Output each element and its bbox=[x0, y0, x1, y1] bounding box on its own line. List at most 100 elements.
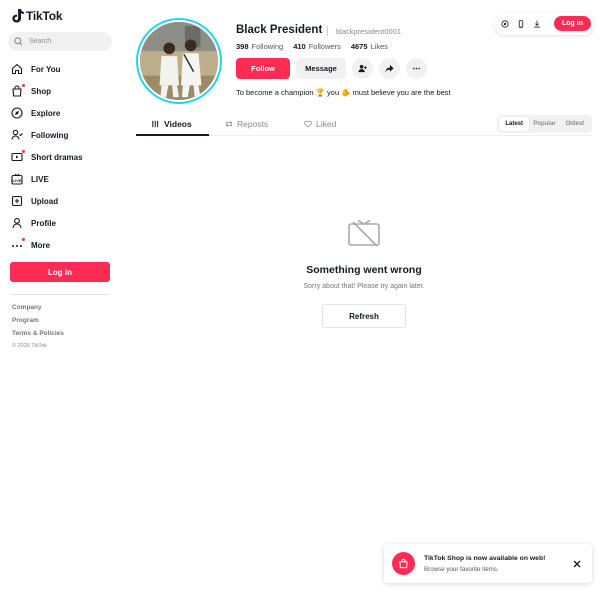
following-stat[interactable]: 398 Following bbox=[236, 42, 283, 51]
phone-icon bbox=[518, 20, 524, 28]
add-user-icon bbox=[358, 64, 367, 73]
tab-label: Reposts bbox=[237, 119, 269, 129]
sidebar-item-following[interactable]: Following bbox=[10, 124, 114, 146]
profile-actions: Follow Message bbox=[236, 58, 427, 79]
sidebar-item-label: Following bbox=[31, 130, 69, 140]
sidebar-item-live[interactable]: LIVE LIVE bbox=[10, 168, 114, 190]
tab-videos[interactable]: Videos bbox=[152, 119, 192, 129]
sidebar-item-label: Explore bbox=[31, 108, 61, 118]
sort-oldest[interactable]: Oldest bbox=[560, 117, 590, 131]
shop-toast: TikTok Shop is now available on web! Bro… bbox=[384, 544, 592, 583]
tab-label: Liked bbox=[316, 119, 337, 129]
logo-text: TikTok bbox=[26, 9, 63, 23]
notification-dot bbox=[22, 149, 25, 153]
sort-popular[interactable]: Popular bbox=[529, 117, 559, 131]
sidebar-item-profile[interactable]: Profile bbox=[10, 212, 114, 234]
more-icon bbox=[11, 245, 22, 247]
toast-close-button[interactable] bbox=[571, 558, 583, 570]
tab-reposts[interactable]: Reposts bbox=[225, 119, 268, 129]
notification-dot bbox=[22, 237, 25, 241]
sidebar-item-upload[interactable]: Upload bbox=[10, 190, 114, 212]
search-icon bbox=[14, 37, 23, 46]
follow-button[interactable]: Follow bbox=[236, 58, 290, 79]
share-icon bbox=[385, 64, 394, 73]
avatar-image bbox=[140, 22, 218, 100]
footer-link-terms[interactable]: Terms & Policies bbox=[12, 330, 64, 337]
sidebar-item-shop[interactable]: Shop bbox=[10, 80, 114, 102]
followers-label: Followers bbox=[308, 42, 341, 51]
likes-stat: 4675 Likes bbox=[351, 42, 388, 51]
shopping-bag-icon bbox=[11, 85, 22, 97]
sidebar-item-short-dramas[interactable]: Short dramas bbox=[10, 146, 114, 168]
share-button[interactable] bbox=[379, 58, 400, 79]
sidebar-nav: For You Shop Explore Following Short dra… bbox=[10, 58, 114, 256]
toast-subtitle: Browse your favorite items. bbox=[424, 566, 499, 573]
sidebar-item-label: Profile bbox=[31, 218, 56, 228]
refresh-button[interactable]: Refresh bbox=[322, 304, 406, 328]
footer-link-program[interactable]: Program bbox=[12, 317, 39, 324]
sidebar-item-for-you[interactable]: For You bbox=[10, 58, 114, 80]
sidebar: TikTok Search For You Shop Explore Follo… bbox=[0, 0, 120, 600]
compass-icon bbox=[10, 107, 23, 119]
tiktok-logo-icon bbox=[12, 9, 24, 23]
sidebar-item-label: Shop bbox=[31, 86, 51, 96]
profile-handle: blackpresident0001 bbox=[336, 27, 402, 36]
tab-label: Videos bbox=[164, 119, 192, 129]
sidebar-item-label: Upload bbox=[31, 196, 59, 206]
sidebar-item-more[interactable]: More bbox=[10, 234, 114, 256]
close-icon bbox=[573, 560, 581, 568]
followers-stat[interactable]: 410 Followers bbox=[293, 42, 341, 51]
tab-liked[interactable]: Liked bbox=[304, 119, 336, 129]
download-icon bbox=[534, 20, 540, 28]
sort-latest[interactable]: Latest bbox=[499, 117, 530, 131]
error-subtitle: Sorry about that! Please try again later… bbox=[303, 283, 425, 290]
copyright-text: © 2026 TikTok bbox=[12, 343, 47, 349]
shop-toast-icon bbox=[392, 552, 415, 575]
svg-text:LIVE: LIVE bbox=[12, 178, 21, 183]
name-separator bbox=[327, 26, 328, 36]
shopping-bag-icon bbox=[399, 558, 408, 569]
profile-bio: To become a champion 🏆 you 🫵 must believ… bbox=[236, 88, 451, 97]
more-options-button[interactable] bbox=[406, 58, 427, 79]
no-video-icon bbox=[348, 219, 380, 247]
error-title: Something went wrong bbox=[306, 264, 422, 276]
likes-label: Likes bbox=[370, 42, 389, 51]
profile-name: Black President bbox=[236, 24, 323, 36]
followers-count: 410 bbox=[293, 42, 306, 51]
profile-icon bbox=[11, 217, 22, 229]
message-button[interactable]: Message bbox=[296, 58, 346, 79]
header-login-button[interactable]: Log in bbox=[554, 16, 591, 31]
explore-shortcut-button[interactable] bbox=[499, 18, 511, 30]
repost-icon bbox=[226, 120, 232, 128]
active-tab-indicator bbox=[136, 134, 209, 136]
likes-count: 4675 bbox=[350, 42, 368, 51]
sort-segmented-control: Latest Popular Oldest bbox=[497, 115, 592, 133]
live-icon: LIVE bbox=[10, 173, 23, 185]
get-app-button[interactable] bbox=[515, 18, 527, 30]
sidebar-item-explore[interactable]: Explore bbox=[10, 102, 114, 124]
profile-stats: 398 Following 410 Followers 4675 Likes bbox=[236, 42, 388, 51]
following-label: Following bbox=[251, 42, 284, 51]
following-count: 398 bbox=[236, 42, 249, 51]
compass-icon bbox=[501, 20, 509, 28]
sidebar-login-button[interactable]: Log in bbox=[10, 262, 110, 282]
heart-icon bbox=[304, 120, 312, 128]
add-friend-button[interactable] bbox=[352, 58, 373, 79]
ellipsis-icon bbox=[412, 67, 421, 70]
footer-link-company[interactable]: Company bbox=[12, 304, 42, 311]
tiktok-logo[interactable]: TikTok bbox=[12, 9, 63, 23]
avatar[interactable] bbox=[136, 18, 222, 104]
home-icon bbox=[11, 63, 22, 75]
download-button[interactable] bbox=[531, 18, 543, 30]
short-dramas-icon bbox=[10, 152, 23, 162]
sidebar-item-label: More bbox=[31, 240, 51, 250]
toast-title: TikTok Shop is now available on web! bbox=[424, 555, 546, 562]
grid-icon bbox=[152, 120, 159, 128]
avatar-photo bbox=[140, 22, 218, 100]
sidebar-item-label: For You bbox=[31, 64, 61, 74]
sidebar-item-label: LIVE bbox=[31, 174, 49, 184]
sidebar-item-label: Short dramas bbox=[31, 152, 83, 162]
search-placeholder: Search bbox=[29, 38, 52, 45]
search-input[interactable]: Search bbox=[8, 32, 112, 51]
sidebar-divider bbox=[10, 294, 110, 295]
